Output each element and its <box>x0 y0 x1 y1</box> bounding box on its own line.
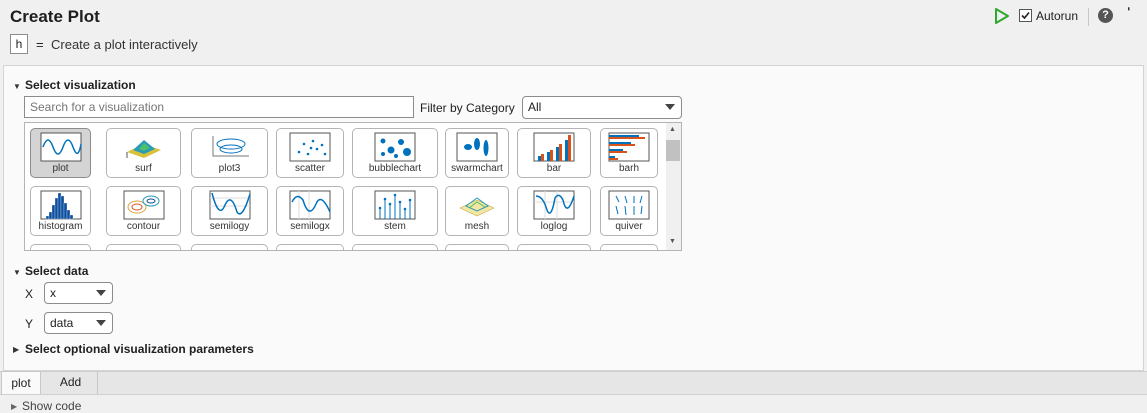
gallery-item-label: surf <box>135 163 152 174</box>
select-data-heading[interactable]: Select data <box>25 264 88 278</box>
filter-category-dropdown[interactable]: All <box>522 96 682 119</box>
barh-icon <box>608 132 650 162</box>
task-description: Create a plot interactively <box>51 37 198 52</box>
gallery-item-bar[interactable]: bar <box>517 128 591 178</box>
gallery-item-swarmchart[interactable]: swarmchart <box>445 128 509 178</box>
gallery-item-stem[interactable]: stem <box>352 186 438 236</box>
gallery-item-mesh[interactable]: mesh <box>445 186 509 236</box>
y-variable-dropdown[interactable]: data <box>44 312 113 334</box>
run-icon[interactable] <box>992 7 1010 25</box>
gallery-item-plot[interactable]: plot <box>30 128 91 178</box>
filter-category-label: Filter by Category <box>420 101 515 115</box>
tab-bar <box>0 371 1147 395</box>
gallery-item-bubblechart[interactable]: bubblechart <box>352 128 438 178</box>
collapse-triangle-icon[interactable]: ▼ <box>13 268 21 277</box>
gallery-item-label: bar <box>546 163 562 174</box>
gallery-item-partial[interactable] <box>352 244 438 250</box>
output-variable-field[interactable]: h <box>10 34 28 54</box>
collapse-triangle-icon[interactable]: ▼ <box>13 82 21 91</box>
gallery-item-partial[interactable] <box>600 244 658 250</box>
gallery-item-barh[interactable]: barh <box>600 128 658 178</box>
filter-category-value: All <box>528 100 542 114</box>
gallery-item-scatter[interactable]: scatter <box>276 128 344 178</box>
contour-icon <box>123 190 164 220</box>
bubblechart-icon <box>374 132 416 162</box>
x-variable-value: x <box>50 286 56 300</box>
mesh-icon <box>459 197 495 217</box>
gallery-item-loglog[interactable]: loglog <box>517 186 591 236</box>
gallery-item-label: semilogy <box>209 221 250 232</box>
gallery-item-label: quiver <box>615 221 643 232</box>
autorun-label: Autorun <box>1036 9 1079 23</box>
gallery-item-semilogx[interactable]: semilogx <box>276 186 344 236</box>
optional-params-heading[interactable]: Select optional visualization parameters <box>25 342 254 356</box>
expand-triangle-icon[interactable]: ▶ <box>13 345 19 354</box>
stem-icon <box>374 190 416 220</box>
loglog-icon <box>533 190 575 220</box>
y-variable-value: data <box>50 316 74 330</box>
gallery-item-label: stem <box>384 221 406 232</box>
expand-triangle-icon[interactable]: ▶ <box>11 402 17 411</box>
scatter-icon <box>289 132 331 162</box>
gallery-item-label: scatter <box>294 163 325 174</box>
gallery-item-label: barh <box>618 163 639 174</box>
gallery-item-partial[interactable] <box>191 244 268 250</box>
chevron-down-icon <box>96 320 106 326</box>
x-variable-dropdown[interactable]: x <box>44 282 113 304</box>
equals-sign: = <box>36 37 44 52</box>
gallery-item-semilogy[interactable]: semilogy <box>191 186 268 236</box>
more-options-icon[interactable]: ... <box>1125 6 1141 9</box>
gallery-item-partial[interactable] <box>106 244 181 250</box>
scroll-up-icon[interactable]: ▲ <box>669 126 676 133</box>
show-code-toggle[interactable]: Show code <box>22 399 81 413</box>
plot3-icon <box>212 136 249 157</box>
gallery-item-surf[interactable]: surf <box>106 128 181 178</box>
visualization-search-input[interactable] <box>24 96 414 118</box>
gallery-item-label: histogram <box>38 221 83 232</box>
tab-plot[interactable]: plot <box>1 371 41 394</box>
gallery-item-contour[interactable]: contour <box>106 186 181 236</box>
gallery-item-partial[interactable] <box>445 244 509 250</box>
gallery-item-partial[interactable] <box>30 244 91 250</box>
select-visualization-heading[interactable]: Select visualization <box>25 78 136 92</box>
gallery-item-label: bubblechart <box>368 163 422 174</box>
histogram-icon <box>40 190 81 220</box>
gallery-item-label: plot3 <box>218 163 241 174</box>
y-label: Y <box>25 317 34 331</box>
quiver-icon <box>608 190 650 220</box>
gallery-item-quiver[interactable]: quiver <box>600 186 658 236</box>
x-label: X <box>25 287 34 301</box>
bar-icon <box>533 132 575 162</box>
plot-icon <box>40 132 82 162</box>
chevron-down-icon <box>96 290 106 296</box>
gallery-item-plot3[interactable]: plot3 <box>191 128 268 178</box>
gallery-item-label: loglog <box>540 221 568 232</box>
gallery-item-label: semilogx <box>290 221 330 232</box>
gallery-item-partial[interactable] <box>517 244 591 250</box>
autorun-checkbox[interactable] <box>1019 9 1032 22</box>
toolbar-divider <box>1088 8 1089 26</box>
gallery-item-partial[interactable] <box>276 244 344 250</box>
swarmchart-icon <box>456 132 498 162</box>
help-icon[interactable]: ? <box>1098 8 1113 23</box>
gallery-item-label: swarmchart <box>451 163 503 174</box>
gallery-item-label: mesh <box>464 221 490 232</box>
gallery-item-histogram[interactable]: histogram <box>30 186 91 236</box>
semilogx-icon <box>289 190 331 220</box>
checkmark-icon <box>1021 11 1030 20</box>
tab-add[interactable]: Add <box>44 371 98 394</box>
chevron-down-icon <box>665 104 675 110</box>
gallery-item-label: plot <box>52 163 69 174</box>
gallery-item-label: contour <box>126 221 161 232</box>
semilogy-icon <box>209 190 251 220</box>
surf-icon <box>126 140 161 158</box>
page-title: Create Plot <box>10 7 100 26</box>
scroll-down-icon[interactable]: ▼ <box>669 238 676 245</box>
gallery-scrollbar-thumb[interactable] <box>666 140 680 161</box>
